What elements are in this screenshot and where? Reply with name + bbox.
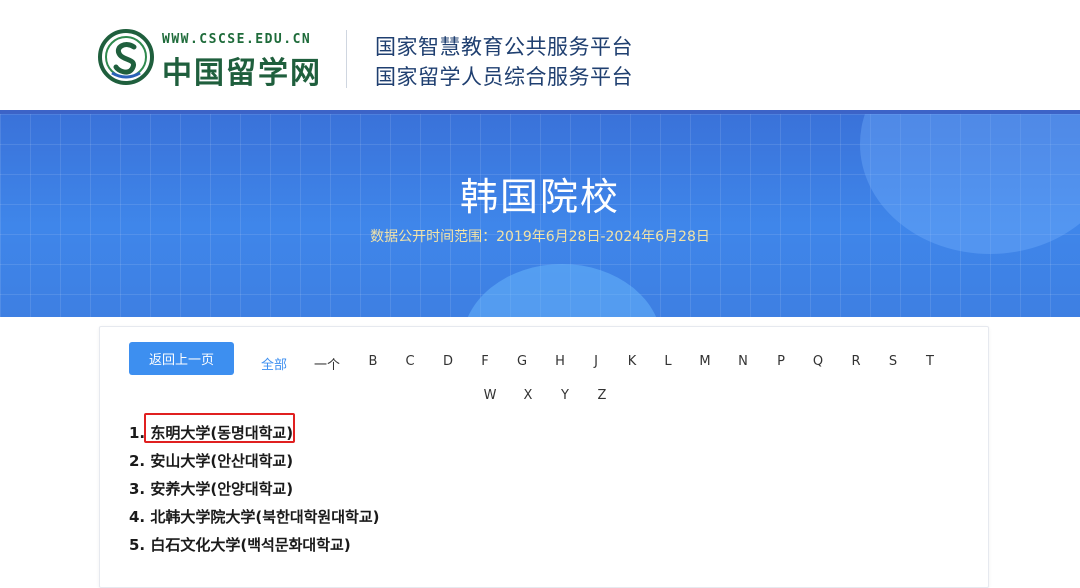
university-list-card: 返回上一页 全部 一个 B C D F G H J K L M N P Q R … xyxy=(99,326,989,588)
filter-letter[interactable]: Q xyxy=(813,354,823,369)
university-name: 北韩大学院大学(북한대학원대학교) xyxy=(150,508,380,526)
university-number: 1. xyxy=(129,424,146,442)
page-title: 韩国院校 xyxy=(459,175,620,219)
site-logo[interactable]: WWW.CSCSE.EDU.CN 中国留学网 xyxy=(98,26,328,91)
filter-letter[interactable]: H xyxy=(555,354,565,369)
hero-banner: 韩国院校 数据公开时间范围：2019年6月28日-2024年6月28日 xyxy=(0,114,1080,317)
university-number: 4. xyxy=(129,508,146,526)
filter-letter[interactable]: G xyxy=(517,354,527,369)
university-item[interactable]: 4. 北韩大学院大学(북한대학원대학교) xyxy=(129,506,380,527)
university-name: 安山大学(안산대학교) xyxy=(150,452,294,470)
filter-all[interactable]: 全部 xyxy=(261,354,287,373)
university-name: 安养大学(안양대학교) xyxy=(150,480,294,498)
filter-letter[interactable]: M xyxy=(699,354,710,369)
filter-letter[interactable]: S xyxy=(889,354,897,369)
logo-emblem-icon xyxy=(98,29,154,85)
filter-letter[interactable]: T xyxy=(926,354,934,369)
back-button[interactable]: 返回上一页 xyxy=(129,342,234,375)
filter-letter[interactable]: X xyxy=(524,388,533,403)
filter-letter[interactable]: Y xyxy=(561,388,569,403)
filter-letter[interactable]: P xyxy=(777,354,785,369)
university-item[interactable]: 2. 安山大学(안산대학교) xyxy=(129,450,293,471)
filter-letter[interactable]: K xyxy=(628,354,637,369)
university-item[interactable]: 1. 东明大学(동명대학교) xyxy=(129,422,293,443)
university-item[interactable]: 5. 白石文化大学(백석문화대학교) xyxy=(129,534,351,555)
filter-letter[interactable]: W xyxy=(484,388,497,403)
university-number: 5. xyxy=(129,536,146,554)
header-divider xyxy=(346,30,347,88)
platform-title-1: 国家智慧教育公共服务平台 xyxy=(375,35,633,59)
filter-letter[interactable]: Z xyxy=(598,388,607,403)
filter-letter[interactable]: F xyxy=(481,354,488,369)
university-number: 2. xyxy=(129,452,146,470)
filter-letter[interactable]: D xyxy=(443,354,453,369)
logo-chinese-text: 中国留学网 xyxy=(162,56,322,91)
university-name: 白石文化大学(백석문화대학교) xyxy=(150,536,351,554)
platform-title-2: 国家留学人员综合服务平台 xyxy=(375,65,633,89)
site-header: WWW.CSCSE.EDU.CN 中国留学网 国家智慧教育公共服务平台 国家留学… xyxy=(0,0,1080,110)
filter-letter[interactable]: L xyxy=(664,354,671,369)
logo-url-text: WWW.CSCSE.EDU.CN xyxy=(162,32,312,47)
filter-letter[interactable]: C xyxy=(405,354,414,369)
university-name: 东明大学(동명대학교) xyxy=(150,424,294,442)
filter-letter[interactable]: J xyxy=(594,354,598,369)
filter-letter[interactable]: B xyxy=(369,354,378,369)
filter-letter[interactable]: 一个 xyxy=(314,354,340,373)
filter-letter[interactable]: N xyxy=(738,354,748,369)
university-number: 3. xyxy=(129,480,146,498)
data-date-range: 数据公开时间范围：2019年6月28日-2024年6月28日 xyxy=(370,229,710,245)
university-item[interactable]: 3. 安养大学(안양대학교) xyxy=(129,478,293,499)
filter-letter[interactable]: R xyxy=(851,354,860,369)
